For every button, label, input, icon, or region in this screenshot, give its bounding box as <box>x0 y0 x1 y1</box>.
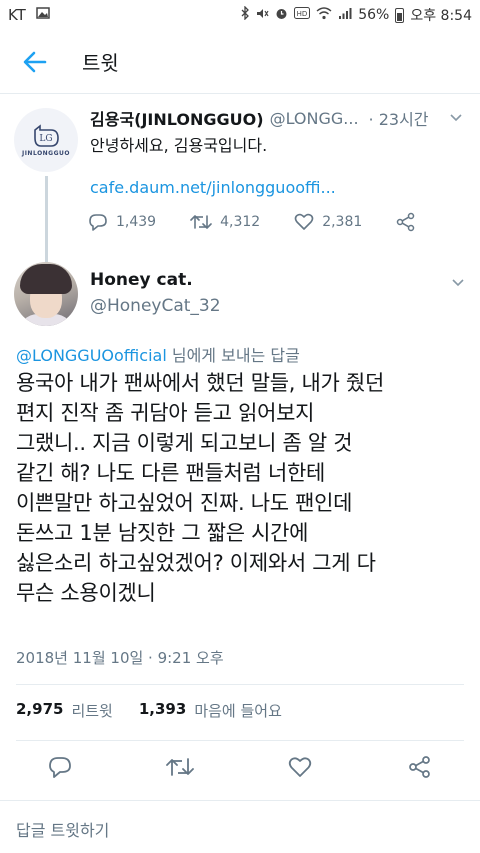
divider <box>16 740 464 741</box>
author-name[interactable]: Honey cat. <box>90 270 193 290</box>
carrier-label: KT <box>8 6 26 24</box>
back-button[interactable] <box>0 30 70 94</box>
status-bar: KT HD 56% 오후 8:54 <box>0 0 480 30</box>
tweet-stats: 2,975 리트윗 1,393 마음에 들어요 <box>16 700 282 721</box>
avatar[interactable] <box>14 262 78 326</box>
reply-composer[interactable]: 답글 트윗하기 <box>0 800 480 853</box>
tweet-text: 안녕하세요, 김용국입니다. <box>90 136 268 155</box>
retweet-count: 4,312 <box>220 214 261 230</box>
share-button[interactable] <box>405 752 435 782</box>
heart-icon <box>288 757 312 777</box>
svg-text:LG: LG <box>39 134 52 144</box>
parent-tweet-header: 김용국(JINLONGGUO) @LONGG... · 23시간 <box>90 106 470 130</box>
retweet-icon <box>190 215 212 229</box>
hd-icon: HD <box>294 7 311 23</box>
tweet-timestamp: 2018년 11월 10일 · 9:21 오후 <box>16 649 224 667</box>
avatar-logo-text: JINLONGGUO <box>21 149 71 157</box>
author-handle[interactable]: @LONGG... <box>270 109 359 128</box>
battery-icon <box>395 7 405 23</box>
arrow-left-icon <box>23 51 47 72</box>
tweet-link[interactable]: cafe.daum.net/jinlongguooffi... <box>90 178 336 197</box>
retweet-button[interactable] <box>165 752 195 782</box>
like-count: 2,381 <box>322 214 363 230</box>
reply-suffix: 님에게 보내는 답글 <box>166 346 300 365</box>
like-count[interactable]: 1,393 <box>139 700 186 721</box>
retweet-button[interactable]: 4,312 <box>190 214 260 230</box>
reply-count: 1,439 <box>116 214 157 230</box>
replying-to: @LONGGUOofficial 님에게 보내는 답글 <box>16 342 300 366</box>
clock: 오후 8:54 <box>410 8 472 24</box>
reply-button[interactable] <box>45 752 75 782</box>
parent-tweet-actions: 1,439 4,312 2,381 <box>88 212 428 232</box>
reply-icon <box>49 757 71 778</box>
retweet-label[interactable]: 리트윗 <box>71 700 112 721</box>
signal-icon <box>338 7 352 24</box>
tweet-actions <box>0 744 480 788</box>
reply-mention-link[interactable]: @LONGGUOofficial <box>16 346 167 365</box>
page-title: 트윗 <box>82 51 119 75</box>
tweet-text: 용국아 내가 팬싸에서 했던 말들, 내가 줬던 편지 진작 좀 귀담아 듣고 … <box>16 371 384 605</box>
retweet-count[interactable]: 2,975 <box>16 700 63 721</box>
avatar[interactable]: LG JINLONGGUO <box>14 108 78 172</box>
tweet-time: · 23시간 <box>368 110 429 129</box>
gallery-icon <box>36 6 50 24</box>
like-button[interactable] <box>285 752 315 782</box>
alarm-icon <box>275 7 288 24</box>
share-icon <box>397 212 415 232</box>
divider <box>16 684 464 685</box>
jinlongguo-logo-icon: LG <box>34 123 59 147</box>
heart-icon <box>294 213 314 230</box>
reply-button[interactable]: 1,439 <box>88 213 156 231</box>
reply-placeholder[interactable]: 답글 트윗하기 <box>16 817 109 841</box>
chevron-down-icon[interactable] <box>452 272 464 291</box>
like-button[interactable]: 2,381 <box>294 213 362 231</box>
wifi-icon <box>316 6 332 24</box>
svg-text:HD: HD <box>297 10 308 18</box>
like-label[interactable]: 마음에 들어요 <box>194 700 282 721</box>
battery-percent: 56% <box>358 7 390 23</box>
share-button[interactable] <box>396 212 416 232</box>
thread-connector <box>45 176 48 266</box>
chevron-down-icon[interactable] <box>450 112 462 124</box>
parent-tweet[interactable]: LG JINLONGGUO 김용국(JINLONGGUO) @LONGG... … <box>0 96 480 266</box>
author-name[interactable]: 김용국(JINLONGGUO) <box>90 106 264 130</box>
author-handle[interactable]: @HoneyCat_32 <box>90 296 221 316</box>
mute-icon <box>256 7 269 24</box>
retweet-icon <box>166 758 194 776</box>
bluetooth-icon <box>240 5 250 24</box>
app-bar: 트윗 <box>0 30 480 94</box>
share-icon <box>409 756 430 778</box>
reply-icon <box>89 214 107 231</box>
